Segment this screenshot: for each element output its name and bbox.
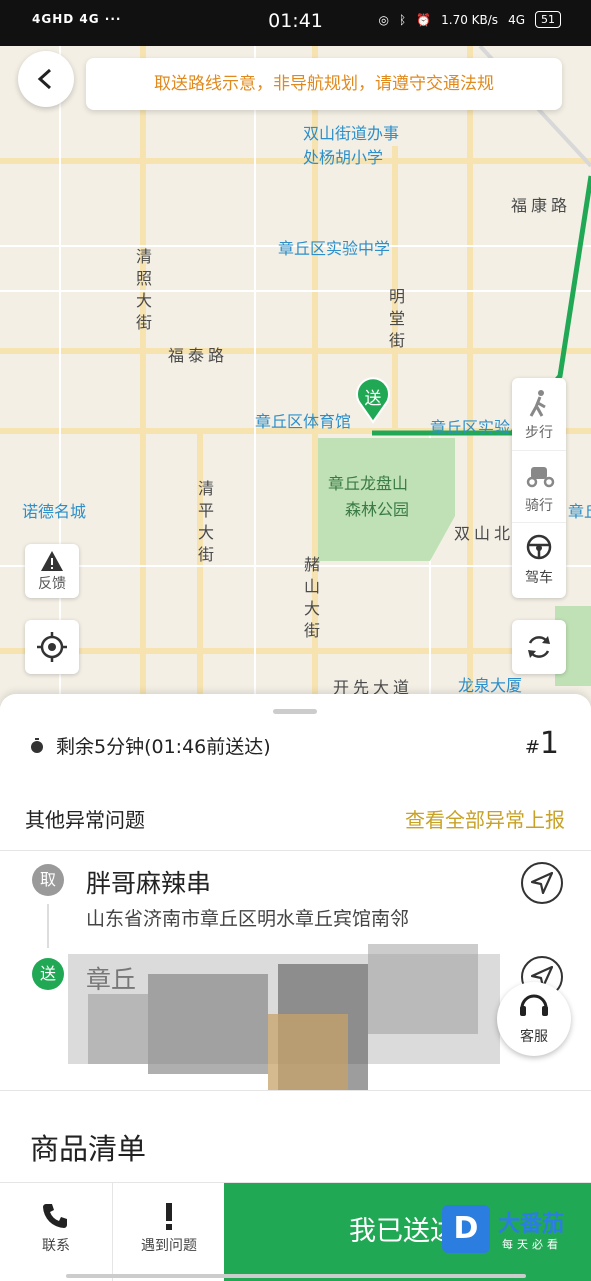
pickup-badge: 取 (32, 864, 64, 896)
map-roads (0, 46, 591, 706)
dropoff-badge: 送 (32, 958, 64, 990)
mode-walk[interactable]: 步行 (512, 378, 566, 450)
report-problem-label: 遇到问题 (141, 1238, 197, 1254)
travel-mode-panel: 步行 骑行 驾车 (512, 378, 566, 598)
map-label-qingzhao-road: 清照大街 (135, 247, 152, 332)
back-button[interactable] (18, 51, 74, 107)
shop-name: 胖哥麻辣串 (86, 869, 212, 898)
delivery-pin-icon[interactable]: 送 (353, 376, 393, 424)
home-indicator[interactable] (66, 1274, 526, 1278)
customer-service-button[interactable]: 客服 (497, 982, 571, 1056)
watermark-subtext: 每天必看 (502, 1238, 562, 1251)
map-label-xieshan-road: 赭山大街 (303, 555, 320, 640)
map-label-longquan: 龙泉大厦 (458, 676, 523, 695)
map-label-park-b: 森林公园 (345, 500, 410, 519)
order-number-hash: # (524, 737, 540, 758)
other-issues-label[interactable]: 其他异常问题 (25, 804, 145, 833)
order-number: #1 (525, 726, 559, 761)
status-icons: ◎ ᛒ ⏰ 1.70 KB/s 4G 51 (378, 11, 561, 28)
location-icon: ◎ (378, 12, 389, 27)
mode-drive[interactable]: 驾车 (512, 522, 566, 595)
map-label-stadium: 章丘区体育馆 (255, 412, 352, 431)
crosshair-icon (37, 632, 67, 662)
warning-icon (41, 551, 63, 571)
watermark-text: 大番茄 (498, 1212, 565, 1237)
map-label-park-a: 章丘龙盘山 (328, 474, 409, 493)
watermark-logo: D (442, 1205, 490, 1253)
contact-button[interactable]: 联系 (0, 1183, 112, 1281)
map-label-futai-road: 福泰路 (168, 346, 229, 365)
order-number-value: 1 (539, 726, 559, 761)
map-label-shuangshan-road: 双山北 (454, 524, 515, 543)
refresh-button[interactable] (512, 620, 566, 674)
goods-list-title: 商品清单 (30, 1132, 147, 1166)
report-problem-button[interactable]: 遇到问题 (112, 1183, 225, 1281)
steering-wheel-icon (526, 534, 552, 560)
map-label-edge-zhang: 章丘 (568, 502, 591, 521)
map-label-school1-a: 双山街道办事 (303, 124, 400, 143)
mode-drive-label: 驾车 (525, 570, 553, 586)
feedback-button[interactable]: 反馈 (25, 544, 79, 598)
shop-address: 山东省济南市章丘区明水章丘宾馆南邻 (86, 908, 410, 930)
section-divider (0, 1090, 591, 1091)
map-label-school1-b: 处杨胡小学 (303, 148, 384, 167)
drag-handle[interactable] (273, 709, 317, 714)
mode-ride-label: 骑行 (525, 498, 553, 514)
navigation-arrow-icon (531, 872, 553, 894)
view-all-issues-link[interactable]: 查看全部异常上报 (405, 804, 565, 833)
battery-indicator: 51 (535, 11, 561, 28)
alarm-icon: ⏰ (416, 12, 432, 27)
status-bar: 4GHD 4G ··· 01:41 ◎ ᛒ ⏰ 1.70 KB/s 4G 51 (0, 0, 591, 46)
navigate-pickup-button[interactable] (521, 862, 563, 904)
map-label-school2: 章丘区实验中学 (278, 239, 391, 258)
net-speed: 1.70 KB/s (441, 12, 499, 27)
mode-walk-label: 步行 (525, 425, 553, 441)
map-view[interactable]: 双山街道办事 处杨胡小学 福康路 章丘区实验中学 清照大街 明堂街 福泰路 章丘… (0, 46, 591, 706)
phone-icon (43, 1204, 67, 1228)
chevron-left-icon (37, 68, 52, 90)
route-connector (47, 904, 49, 948)
map-label-nuode: 诺德名城 (22, 502, 87, 521)
feedback-label: 反馈 (38, 576, 66, 592)
mode-ride[interactable]: 骑行 (512, 450, 566, 523)
timer-icon (31, 737, 43, 753)
route-notice: 取送路线示意，非导航规划，请遵守交通法规 (86, 58, 562, 110)
walk-icon (529, 390, 546, 417)
bluetooth-icon: ᛒ (398, 12, 407, 27)
customer-service-label: 客服 (520, 1029, 548, 1045)
scooter-icon (526, 467, 555, 488)
headset-icon (520, 994, 548, 1016)
redaction-scribble (68, 944, 500, 1090)
delivery-pin-label: 送 (364, 389, 382, 409)
issue-row: 其他异常问题 查看全部异常上报 (0, 784, 591, 851)
locate-button[interactable] (25, 620, 79, 674)
remaining-time: 剩余5分钟(01:46前送达) (56, 736, 271, 758)
remaining-time-row: 剩余5分钟(01:46前送达) (30, 732, 271, 759)
contact-label: 联系 (42, 1238, 70, 1254)
exclamation-icon (166, 1203, 172, 1230)
map-label-fukang-road: 福康路 (511, 196, 572, 215)
map-label-mingtang-road: 明堂街 (388, 287, 405, 350)
map-label-qingping-road: 清平大街 (197, 479, 214, 564)
signal-label: 4G (508, 12, 525, 27)
refresh-icon (528, 636, 550, 658)
map-label-school3: 章丘区实验 (430, 418, 511, 437)
